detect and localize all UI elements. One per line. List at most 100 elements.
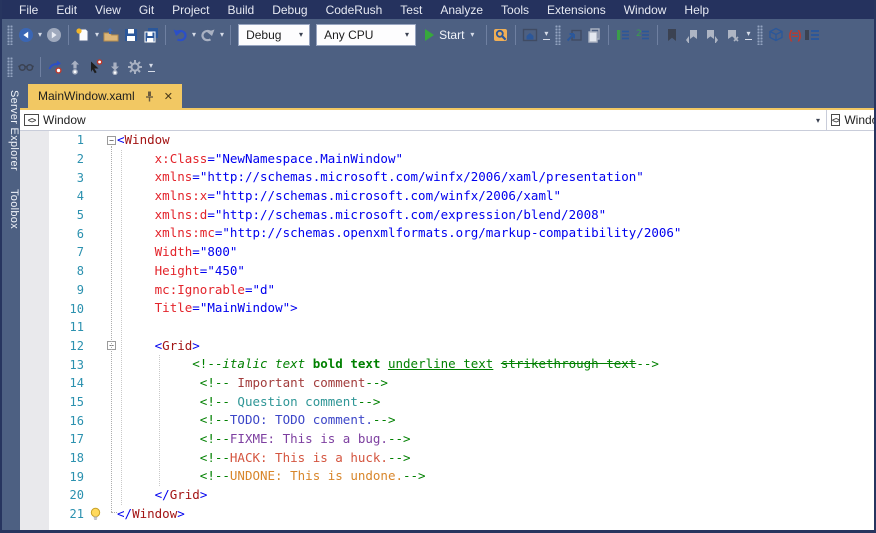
previous-bookmark-button-disabled[interactable] <box>682 23 702 47</box>
sidebar-tab-toolbox[interactable]: Toolbox <box>2 189 20 229</box>
find-in-code-button[interactable] <box>491 23 511 47</box>
next-bookmark-button-disabled[interactable] <box>702 23 722 47</box>
jump-to-button[interactable] <box>45 55 65 79</box>
menu-item-help[interactable]: Help <box>675 1 718 19</box>
menu-item-extensions[interactable]: Extensions <box>538 1 615 19</box>
open-file-button[interactable] <box>101 23 121 47</box>
menu-item-analyze[interactable]: Analyze <box>431 1 492 19</box>
toolbar-grip[interactable] <box>757 25 763 45</box>
up-arrow-icon <box>67 59 83 75</box>
collapse-region-button[interactable]: − <box>107 136 116 145</box>
menu-item-build[interactable]: Build <box>219 1 264 19</box>
code-line: 10 Title="MainWindow"> <box>20 299 874 318</box>
move-down-button-disabled[interactable] <box>105 55 125 79</box>
menu-item-tools[interactable]: Tools <box>492 1 538 19</box>
pin-icon[interactable] <box>143 90 156 103</box>
code-editor[interactable]: 1−<Window2 x:Class="NewNamespace.MainWin… <box>20 131 874 530</box>
back-dropdown-caret[interactable]: ▾ <box>36 31 44 39</box>
code-text: <Grid> <box>117 337 200 356</box>
line-number: 15 <box>20 395 84 409</box>
navigate-to-button[interactable] <box>564 23 584 47</box>
line-number: 17 <box>20 432 84 446</box>
toolbar-grip[interactable] <box>555 25 561 45</box>
sort-lines-button[interactable] <box>802 23 822 47</box>
solution-platform-combobox[interactable]: Any CPU ▾ <box>316 24 416 46</box>
menu-item-git[interactable]: Git <box>130 1 163 19</box>
line-number: 18 <box>20 451 84 465</box>
code-line: 7 Width="800" <box>20 243 874 262</box>
format-document-button[interactable] <box>613 23 633 47</box>
outline-guide-foot <box>111 512 117 513</box>
menu-item-debug[interactable]: Debug <box>263 1 316 19</box>
toolbar-options-caret[interactable]: ▾ <box>147 62 155 72</box>
jump-arrow-icon <box>47 59 63 75</box>
toolbar-grip[interactable] <box>7 57 13 77</box>
member-dropdown[interactable]: <> Window <box>826 110 874 130</box>
clear-bookmarks-button-disabled[interactable] <box>722 23 742 47</box>
code-text: <!-- Important comment--> <box>117 374 388 393</box>
code-line: 11 <box>20 318 874 337</box>
code-line: 9 mc:Ignorable="d" <box>20 281 874 300</box>
cube-icon <box>768 27 784 43</box>
code-text: xmlns:mc="http://schemas.openxmlformats.… <box>117 224 681 243</box>
braces-button[interactable]: (=) <box>786 23 802 47</box>
format-selection-button[interactable]: 2 <box>633 23 653 47</box>
toolbar-options-caret[interactable]: ▾ <box>744 30 752 40</box>
sync-with-active-document-button[interactable] <box>520 23 540 47</box>
play-icon <box>425 29 434 41</box>
standard-toolbar: ▾ ▾ ▾ ▾ Debug ▾ Any C <box>2 19 874 51</box>
redo-button[interactable] <box>198 23 218 47</box>
code-text: </Grid> <box>117 486 207 505</box>
toolbar-grip[interactable] <box>7 25 13 45</box>
menu-item-coderush[interactable]: CodeRush <box>317 1 392 19</box>
menu-item-project[interactable]: Project <box>163 1 218 19</box>
element-dropdown[interactable]: <> Window ▾ <box>20 113 826 127</box>
code-text: Width="800" <box>117 243 237 262</box>
quick-actions-lightbulb[interactable] <box>84 507 106 521</box>
line-number: 21 <box>20 507 84 521</box>
undo-dropdown-caret[interactable]: ▾ <box>190 31 198 39</box>
menu-item-edit[interactable]: Edit <box>47 1 86 19</box>
navigate-backward-button[interactable] <box>16 23 36 47</box>
code-text: <!--HACK: This is a huck.--> <box>117 449 411 468</box>
coderush-visualize-button[interactable] <box>16 55 36 79</box>
code-line: 21</Window> <box>20 505 874 524</box>
toggle-bookmark-button[interactable] <box>662 23 682 47</box>
save-button[interactable] <box>121 23 141 47</box>
document-tab-strip: MainWindow.xaml ✕ <box>20 82 874 108</box>
navigate-forward-button[interactable] <box>44 23 64 47</box>
redo-dropdown-caret[interactable]: ▾ <box>218 31 226 39</box>
undo-arrow-icon <box>172 27 188 43</box>
line-number: 9 <box>20 283 84 297</box>
new-dropdown-caret[interactable]: ▾ <box>93 31 101 39</box>
smart-cursor-button[interactable] <box>85 55 105 79</box>
platform-caret: ▾ <box>403 31 411 39</box>
show-xaml-designer-button[interactable] <box>766 23 786 47</box>
code-line: 13 <!--italic text bold text underline t… <box>20 355 874 374</box>
close-icon[interactable]: ✕ <box>162 90 175 103</box>
sidebar-tab-server-explorer[interactable]: Server Explorer <box>2 90 20 171</box>
solution-configuration-combobox[interactable]: Debug ▾ <box>238 24 310 46</box>
menu-item-test[interactable]: Test <box>391 1 431 19</box>
menu-item-file[interactable]: File <box>10 1 47 19</box>
code-text: <!--UNDONE: This is undone.--> <box>117 467 426 486</box>
undo-button[interactable] <box>170 23 190 47</box>
copy-button-disabled[interactable] <box>584 23 604 47</box>
save-all-button[interactable] <box>141 23 161 47</box>
code-text: <Window <box>117 131 170 150</box>
xml-element-icon: <> <box>831 114 840 126</box>
menu-item-view[interactable]: View <box>86 1 130 19</box>
code-line: 18 <!--HACK: This is a huck.--> <box>20 449 874 468</box>
tab-mainwindow-xaml[interactable]: MainWindow.xaml ✕ <box>28 84 182 108</box>
start-debugging-button[interactable]: Start ▾ <box>421 23 480 47</box>
new-project-button[interactable] <box>73 23 93 47</box>
cursor-icon <box>87 59 103 75</box>
settings-button-disabled[interactable] <box>125 55 145 79</box>
toolbar-options-caret[interactable]: ▾ <box>542 30 550 40</box>
line-number: 7 <box>20 245 84 259</box>
navigate-into-box-icon <box>566 27 582 43</box>
menu-item-window[interactable]: Window <box>615 1 676 19</box>
line-number: 4 <box>20 189 84 203</box>
move-up-button-disabled[interactable] <box>65 55 85 79</box>
code-line: 2 x:Class="NewNamespace.MainWindow" <box>20 150 874 169</box>
